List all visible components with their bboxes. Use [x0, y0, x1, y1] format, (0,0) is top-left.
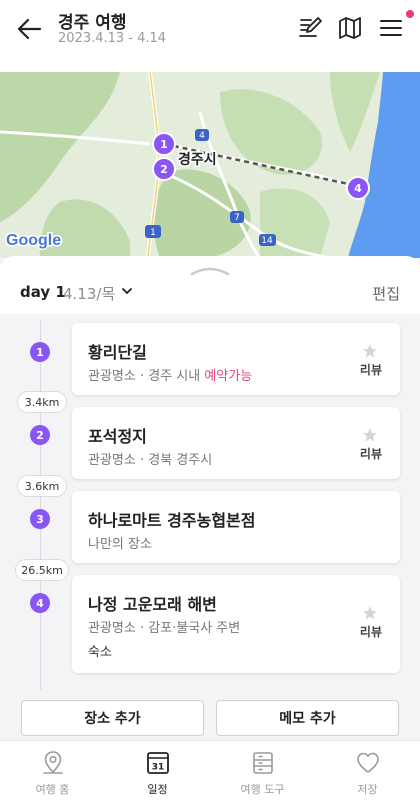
nav-saved[interactable]: 저장 [315, 741, 420, 803]
nav-label: 여행 홈 [35, 783, 70, 796]
road-shield-1: 1 [145, 225, 161, 238]
star-icon[interactable] [362, 427, 378, 443]
svg-text:1: 1 [160, 138, 168, 151]
sheet-handle-icon[interactable] [190, 266, 230, 276]
review-button[interactable]: 리뷰 [360, 361, 382, 378]
place-name: 하나로마트 경주농협본점 [88, 511, 256, 530]
trip-dates: 2023.4.13 - 4.14 [58, 31, 167, 46]
timeline-line [40, 320, 41, 690]
map-marker-1[interactable]: 1 [152, 132, 176, 156]
svg-text:4: 4 [199, 131, 205, 141]
add-memo-button[interactable]: 메모 추가 [216, 700, 399, 736]
road-shield-4: 4 [195, 129, 209, 141]
route-map[interactable]: 4 7 14 1 경주시 1 2 4 Google [0, 72, 420, 258]
notification-dot [406, 10, 414, 18]
place-name: 포석정지 [88, 427, 147, 446]
city-label: 경주시 [178, 151, 217, 168]
place-number: 4 [30, 593, 50, 613]
nav-trip-home[interactable]: 여행 홈 [0, 741, 105, 803]
nav-travel-tools[interactable]: 여행 도구 [210, 741, 315, 803]
app-header: 경주 여행 2023.4.13 - 4.14 [0, 0, 420, 72]
place-name: 나정 고운모래 해변 [88, 595, 217, 614]
svg-text:7: 7 [234, 213, 240, 223]
distance-badge: 3.6km [17, 475, 67, 497]
tools-icon [253, 752, 273, 774]
map-pin-icon [43, 751, 63, 774]
place-card[interactable]: 나정 고운모래 해변 관광명소 · 감포·불국사 주변 숙소 리뷰 [72, 575, 400, 673]
star-icon[interactable] [362, 605, 378, 621]
place-number: 3 [30, 509, 50, 529]
nav-label: 일정 [147, 783, 168, 796]
map-icon[interactable] [336, 14, 364, 42]
star-icon[interactable] [362, 343, 378, 359]
map-marker-4[interactable]: 4 [346, 176, 370, 200]
place-category: 나만의 장소 [88, 537, 152, 552]
calendar-icon: 31 [147, 752, 169, 774]
day-date[interactable]: 4.13/목 [63, 283, 115, 304]
bottom-nav: 여행 홈 31 일정 여행 도구 저장 [0, 740, 420, 803]
place-category: 관광명소 · 감포·불국사 주변 [88, 621, 241, 636]
place-number: 2 [30, 425, 50, 445]
nav-label: 저장 [357, 783, 378, 796]
add-place-button[interactable]: 장소 추가 [21, 700, 204, 736]
map-marker-2[interactable]: 2 [152, 157, 176, 181]
day-label[interactable]: day 1 [20, 283, 66, 301]
edit-note-icon[interactable] [296, 14, 324, 42]
svg-text:31: 31 [152, 763, 165, 773]
road-shield-7: 7 [230, 211, 244, 223]
place-category: 관광명소 · 경북 경주시 [88, 453, 213, 468]
edit-button[interactable]: 편집 [372, 283, 400, 304]
review-button[interactable]: 리뷰 [360, 445, 382, 462]
place-name: 황리단길 [88, 343, 147, 362]
svg-text:1: 1 [150, 228, 156, 238]
reservation-badge: 예약가능 [204, 369, 253, 384]
place-number: 1 [30, 342, 50, 362]
google-logo: Google [6, 232, 61, 249]
heart-icon [357, 752, 379, 773]
place-category: 관광명소 · 경주 시내 예약가능 [88, 369, 253, 384]
menu-icon[interactable] [377, 14, 405, 42]
day-header: day 1 4.13/목 편집 [0, 256, 420, 314]
back-arrow-icon[interactable] [14, 14, 44, 44]
distance-badge: 3.4km [17, 391, 67, 413]
place-card[interactable]: 황리단길 관광명소 · 경주 시내 예약가능 리뷰 [72, 323, 400, 395]
chevron-down-icon[interactable] [121, 285, 133, 297]
distance-badge: 26.5km [15, 559, 69, 581]
place-card[interactable]: 하나로마트 경주농협본점 나만의 장소 [72, 491, 400, 563]
place-card[interactable]: 포석정지 관광명소 · 경북 경주시 리뷰 [72, 407, 400, 479]
review-button[interactable]: 리뷰 [360, 623, 382, 640]
road-shield-14: 14 [259, 234, 276, 246]
svg-text:14: 14 [261, 236, 273, 246]
nav-schedule[interactable]: 31 일정 [105, 741, 210, 803]
svg-text:2: 2 [160, 163, 168, 176]
trip-title: 경주 여행 [58, 13, 127, 33]
nav-label: 여행 도구 [240, 783, 285, 796]
lodging-tag: 숙소 [88, 645, 112, 660]
map-canvas: 4 7 14 1 경주시 1 2 4 Google [0, 72, 420, 258]
svg-text:4: 4 [354, 182, 362, 195]
